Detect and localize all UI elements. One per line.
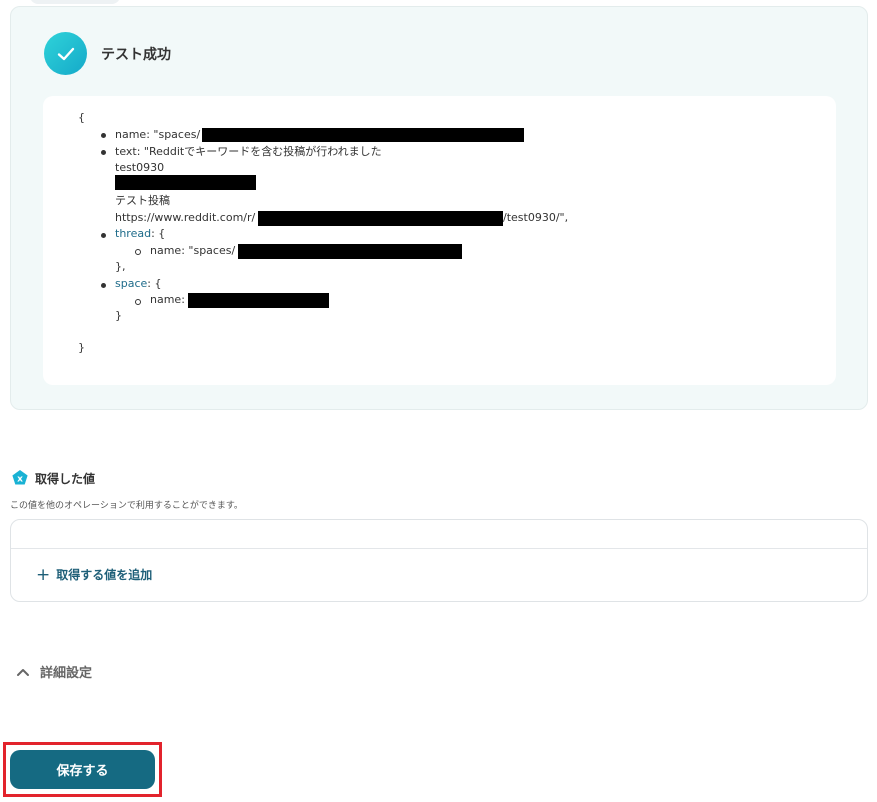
variable-icon-letter: x — [17, 475, 23, 485]
add-value-label: 取得する値を追加 — [56, 568, 153, 582]
panel-title: テスト成功 — [101, 47, 171, 63]
add-value-button[interactable]: + 取得する値を追加 — [36, 566, 152, 583]
url-prefix: https://www.reddit.com/r/ — [115, 211, 256, 224]
space-close: } — [115, 309, 122, 322]
success-check-icon — [44, 32, 87, 75]
sub-bullet — [135, 249, 141, 255]
bullet — [101, 150, 106, 155]
thread-key: thread — [115, 227, 152, 240]
redacted-block — [258, 211, 503, 226]
bullet — [101, 233, 106, 238]
redacted-block — [202, 128, 524, 142]
url-suffix: /test0930/", — [503, 211, 569, 224]
space-open: : { — [147, 277, 162, 290]
open-brace: { — [78, 111, 85, 124]
thread-close: }, — [115, 260, 126, 273]
close-brace: } — [78, 341, 85, 354]
section-description: この値を他のオペレーションで利用することができます。 — [10, 501, 243, 511]
top-tab-edge — [30, 0, 120, 4]
redacted-block — [115, 175, 256, 190]
acquired-values-box: + 取得する値を追加 — [10, 519, 868, 602]
redacted-block — [188, 293, 329, 308]
thread-name-field: name: "spaces/ — [150, 244, 236, 257]
space-name-field: name: — [150, 293, 185, 306]
sub-bullet — [135, 299, 141, 305]
section-title: 取得した値 — [35, 472, 96, 486]
json-output: { name: "spaces/ text: "Redditでキーワードを含む投… — [43, 96, 836, 385]
save-button[interactable]: 保存する — [10, 750, 155, 789]
bullet — [101, 283, 106, 288]
divider — [11, 548, 867, 549]
text-field-line2: test0930 — [115, 161, 165, 174]
chevron-up-icon — [17, 668, 29, 676]
plus-icon: + — [36, 564, 51, 585]
space-key: space — [115, 277, 148, 290]
space-field: space: { — [115, 277, 161, 291]
name-field: name: "spaces/ — [115, 128, 201, 141]
thread-open: : { — [151, 227, 166, 240]
text-field: text: "Redditでキーワードを含む投稿が行われました — [115, 145, 382, 158]
detail-settings-label: 詳細設定 — [40, 666, 93, 681]
bullet — [101, 133, 106, 138]
redacted-block — [238, 244, 462, 259]
test-result-panel: テスト成功 { name: "spaces/ text: "Redditでキーワ… — [10, 6, 868, 410]
text-field-line4: テスト投稿 — [115, 194, 170, 207]
variable-icon: x — [12, 470, 28, 485]
thread-field: thread: { — [115, 227, 165, 241]
detail-settings-toggle[interactable]: 詳細設定 — [16, 662, 92, 681]
